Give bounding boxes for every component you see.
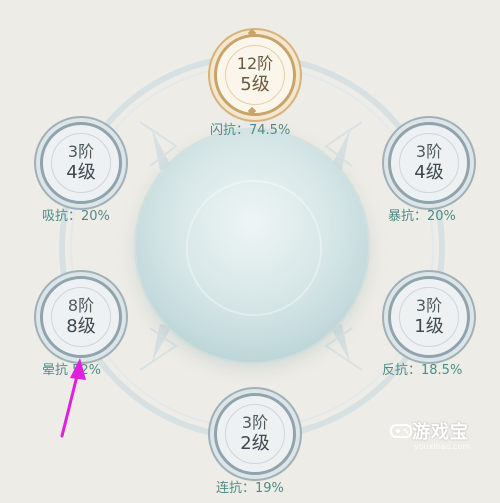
node-face: 12阶 5级 <box>225 45 285 105</box>
center-orb-ring <box>186 180 322 316</box>
watermark-logo: 游戏宝 youxibao.com <box>390 418 470 451</box>
node-face: 3阶 4级 <box>399 133 459 193</box>
node-level: 5级 <box>240 74 270 95</box>
node-tier: 12阶 <box>236 54 274 73</box>
node-level: 4级 <box>414 162 444 183</box>
node-upper-left[interactable]: 3阶 4级 <box>40 122 122 204</box>
node-tier: 3阶 <box>241 413 269 432</box>
node-label-bottom: 连抗：19% <box>216 481 284 496</box>
node-tier: 3阶 <box>415 296 443 315</box>
watermark-sub: youxibao.com <box>414 442 471 451</box>
node-top[interactable]: 12阶 5级 <box>214 28 296 116</box>
node-tier: 3阶 <box>415 142 443 161</box>
node-level: 1级 <box>414 316 444 337</box>
node-lower-right[interactable]: 3阶 1级 <box>388 276 470 358</box>
node-tick <box>247 106 257 116</box>
node-bottom[interactable]: 3阶 2级 <box>214 393 296 475</box>
node-face: 3阶 2级 <box>225 404 285 464</box>
node-face: 3阶 4级 <box>51 133 111 193</box>
node-label-lower-right: 反抗：18.5% <box>382 363 463 378</box>
gamepad-icon <box>390 424 412 438</box>
node-label-lower-left: 晕抗 52% <box>42 363 102 378</box>
node-label-upper-right: 暴抗：20% <box>388 209 456 224</box>
node-lower-left[interactable]: 8阶 8级 <box>40 276 122 358</box>
watermark-name: 游戏宝 <box>412 422 469 443</box>
node-level: 2级 <box>240 433 270 454</box>
node-face: 8阶 8级 <box>51 287 111 347</box>
node-tier: 8阶 <box>67 296 95 315</box>
node-face: 3阶 1级 <box>399 287 459 347</box>
node-label-top: 闪抗：74.5% <box>210 123 291 138</box>
node-level: 8级 <box>66 316 96 337</box>
node-label-upper-left: 吸抗：20% <box>42 209 110 224</box>
resistance-panel: 12阶 5级 闪抗：74.5% 3阶 4级 吸抗：20% 3阶 4级 暴抗：20… <box>0 0 500 503</box>
node-tier: 3阶 <box>67 142 95 161</box>
node-level: 4级 <box>66 162 96 183</box>
node-upper-right[interactable]: 3阶 4级 <box>388 122 470 204</box>
